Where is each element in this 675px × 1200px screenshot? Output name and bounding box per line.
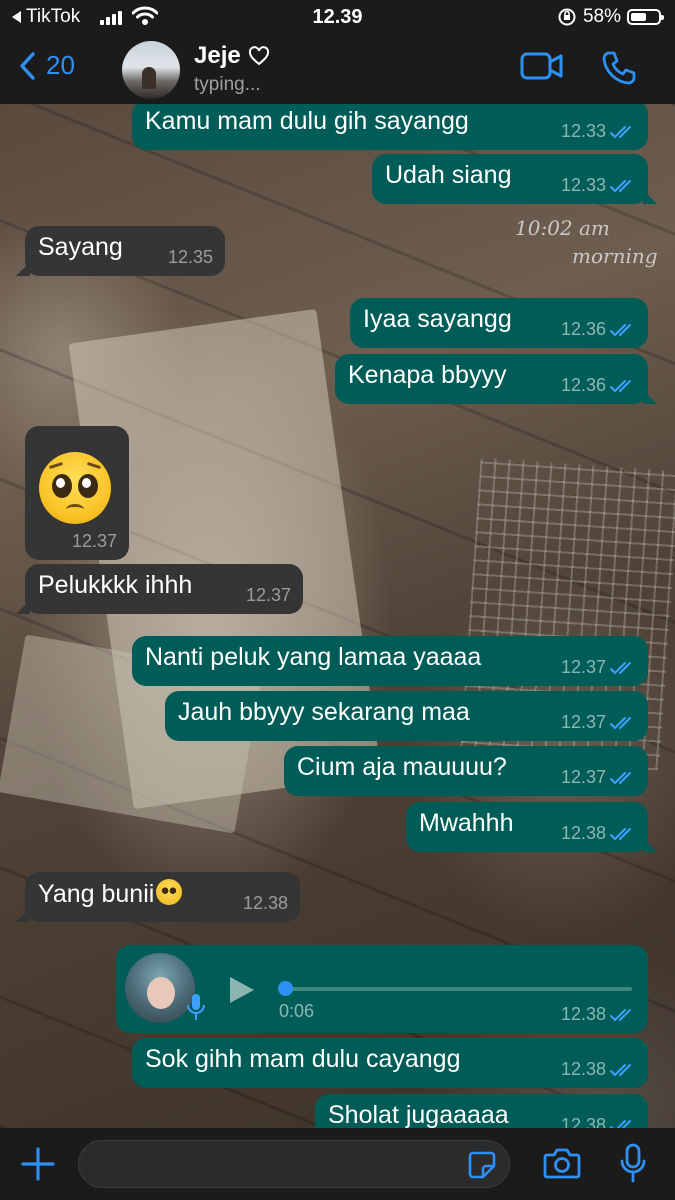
message-text: Iyaa sayangg [363,305,512,333]
play-icon[interactable] [228,975,256,1005]
message-text: Sholat jugaaaaa [328,1101,509,1128]
message-outgoing[interactable]: Udah siang 12.33 [372,154,657,204]
message-text: Jauh bbyyy sekarang maa [178,698,470,726]
message-outgoing[interactable]: Kamu mam dulu gih sayangg 12.33 [132,104,648,150]
contact-name-text: Jeje [194,42,241,69]
message-time: 12.38 [242,893,288,913]
battery-level [631,13,646,21]
plus-icon[interactable] [20,1146,56,1182]
heart-outline-icon [248,46,269,66]
double-check-icon [610,1008,631,1021]
message-time: 12.35 [167,247,213,267]
double-check-icon [610,179,631,192]
message-text: Cium aja mauuuu? [297,753,507,781]
message-text: Mwahhh [419,809,514,837]
message-outgoing[interactable]: Sok gihh mam dulu cayangg 12.38 [132,1038,648,1088]
message-time: 12.38 [560,823,606,843]
double-check-icon [610,827,631,840]
message-text: Kamu mam dulu gih sayangg [145,107,469,135]
contact-status: typing... [194,74,261,95]
message-time: 12.38 [560,1115,606,1128]
message-text: Pelukkkk ihhh [38,571,193,599]
double-check-icon [610,125,631,138]
camera-icon[interactable] [543,1146,581,1180]
message-time: 12.37 [560,657,606,677]
double-check-icon [610,379,631,392]
message-text: Udah siang [385,161,512,189]
voice-duration: 0:06 [279,1001,315,1021]
message-text-content: Yang bunii [38,880,155,908]
microphone-icon[interactable] [619,1142,647,1184]
message-incoming[interactable]: Yang bunii 12.38 [16,872,300,922]
message-time: 12.37 [560,712,606,732]
message-text: Sayang [38,233,123,261]
pleading-face-emoji [39,452,111,524]
message-outgoing[interactable]: Iyaa sayangg 12.36 [350,298,648,348]
message-time: 12.37 [560,767,606,787]
pleading-face-emoji [156,879,183,905]
message-input-bar [0,1128,675,1200]
message-time: 12.36 [560,375,606,395]
message-outgoing[interactable]: Nanti peluk yang lamaa yaaaa 12.37 [132,636,648,686]
double-check-icon [610,1063,631,1076]
message-input-field[interactable] [78,1140,510,1188]
message-incoming[interactable]: Pelukkkk ihhh 12.37 [16,564,303,614]
wallpaper-time-text: 10:02 am [515,216,610,240]
battery-icon [627,9,664,25]
message-time: 12.38 [560,1004,606,1024]
battery-percent: 58% [582,6,621,27]
chevron-left-icon [20,51,35,80]
double-check-icon [610,661,631,674]
video-call-icon[interactable] [520,50,564,82]
double-check-icon [610,323,631,336]
message-time: 12.38 [560,1059,606,1079]
double-check-icon [610,1119,631,1128]
message-text: Sok gihh mam dulu cayangg [145,1045,461,1073]
voice-sender-avatar [125,953,195,1023]
chat-header: 20 Jeje typing... [0,36,675,104]
wallpaper-greeting-text: morning [572,244,658,268]
message-time: 12.36 [560,319,606,339]
unread-count: 20 [46,50,75,80]
message-time: 12.33 [560,175,606,195]
message-text: Yang bunii [38,879,183,909]
message-outgoing[interactable]: Jauh bbyyy sekarang maa 12.37 [165,691,648,741]
message-text: Kenapa bbyyy [348,361,507,389]
message-incoming[interactable]: Sayang 12.35 [16,226,225,276]
double-check-icon [610,716,631,729]
message-outgoing[interactable]: Kenapa bbyyy 12.36 [335,354,657,404]
message-text: Nanti peluk yang lamaa yaaaa [145,643,482,671]
voice-progress-knob[interactable] [278,981,293,996]
voice-message[interactable]: 0:06 12.38 [116,945,648,1033]
message-incoming-emoji[interactable]: 12.37 [25,426,129,560]
orientation-lock-icon [558,8,576,26]
voice-progress-track[interactable] [286,987,632,991]
chat-area[interactable]: 10:02 am morning Kamu mam dulu gih sayan… [0,104,675,1128]
back-button[interactable]: 20 [18,50,75,81]
message-time: 12.33 [560,121,606,141]
double-check-icon [610,771,631,784]
microphone-icon [187,994,205,1020]
message-time: 12.37 [71,531,117,551]
status-bar: TikTok 12.39 58% [0,0,675,36]
message-outgoing[interactable]: Mwahhh 12.38 [406,802,657,852]
sticker-icon[interactable] [467,1150,497,1180]
message-outgoing[interactable]: Cium aja mauuuu? 12.37 [284,746,648,796]
contact-name[interactable]: Jeje [194,42,270,70]
message-outgoing[interactable]: Sholat jugaaaaa 12.38 [315,1094,648,1128]
phone-icon[interactable] [601,50,637,86]
contact-avatar[interactable] [122,41,180,99]
message-time: 12.37 [245,585,291,605]
